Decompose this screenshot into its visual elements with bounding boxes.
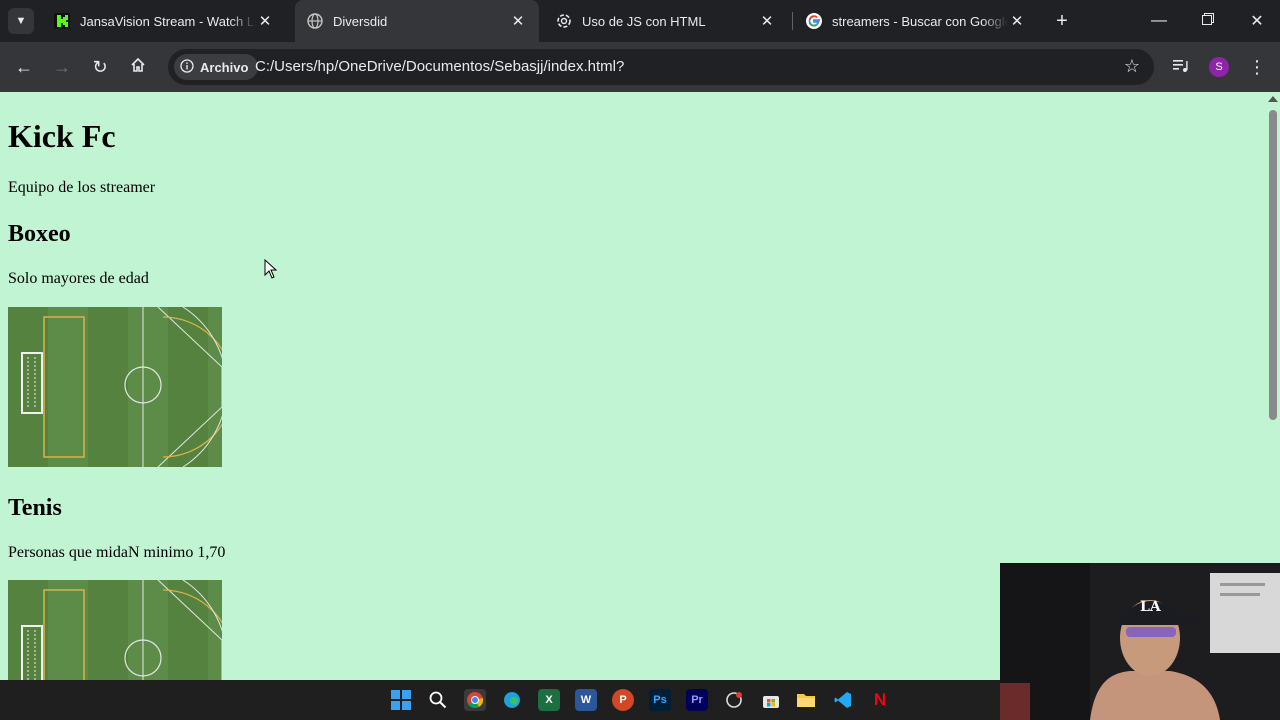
avatar-initial: S xyxy=(1215,61,1223,73)
address-bar[interactable]: Archivo C:/Users/hp/OneDrive/Documentos/… xyxy=(168,49,1154,85)
new-tab-button[interactable]: + xyxy=(1051,10,1073,32)
plus-icon: + xyxy=(1056,9,1068,32)
section-description-tenis: Personas que midaN minimo 1,70 xyxy=(8,544,226,561)
restore-button[interactable] xyxy=(1184,0,1232,42)
excel-icon[interactable]: X xyxy=(538,689,560,711)
page-subtitle: Equipo de los streamer xyxy=(8,179,156,196)
mouse-cursor-icon xyxy=(264,258,278,284)
scrollbar-thumb[interactable] xyxy=(1269,110,1277,420)
close-icon[interactable]: ✕ xyxy=(1008,12,1026,30)
chrome-icon[interactable] xyxy=(464,689,486,711)
ai-app-icon[interactable] xyxy=(723,689,745,711)
svg-text:LA: LA xyxy=(1140,599,1162,615)
bookmark-star-icon[interactable]: ☆ xyxy=(1124,56,1140,77)
tab-title: streamers - Buscar con Google xyxy=(832,13,1008,29)
section-description-boxeo: Solo mayores de edad xyxy=(8,270,149,287)
google-icon xyxy=(806,13,822,29)
menu-button[interactable]: ⋮ xyxy=(1244,54,1270,80)
media-controls-button[interactable] xyxy=(1168,54,1194,80)
tab-search-button[interactable]: ▼ xyxy=(8,8,34,34)
close-window-button[interactable]: ✕ xyxy=(1233,0,1280,42)
tab-streamers-google[interactable]: streamers - Buscar con Google ✕ xyxy=(794,0,1038,42)
tab-uso-js[interactable]: Uso de JS con HTML ✕ xyxy=(544,0,788,42)
minimize-icon: — xyxy=(1151,12,1167,29)
photoshop-icon[interactable]: Ps xyxy=(649,689,671,711)
back-button[interactable]: ← xyxy=(11,54,37,80)
tab-separator xyxy=(792,12,793,30)
tab-diversdid[interactable]: Diversdid ✕ xyxy=(295,0,539,42)
edge-icon[interactable] xyxy=(501,689,523,711)
chatgpt-icon xyxy=(556,13,572,29)
profile-avatar[interactable]: S xyxy=(1209,57,1229,77)
reload-button[interactable]: ↻ xyxy=(87,54,113,80)
powerpoint-icon[interactable]: P xyxy=(612,689,634,711)
close-icon[interactable]: ✕ xyxy=(758,12,776,30)
forward-button[interactable]: → xyxy=(49,54,75,80)
restore-icon xyxy=(1202,12,1214,30)
minimize-button[interactable]: — xyxy=(1135,0,1183,42)
search-icon[interactable] xyxy=(427,689,449,711)
webcam-overlay: LA xyxy=(1000,563,1280,720)
site-info-chip[interactable]: Archivo xyxy=(174,54,259,80)
tab-title: JansaVision Stream - Watch Live on xyxy=(80,13,256,29)
kick-icon xyxy=(54,13,70,29)
section-title-boxeo: Boxeo xyxy=(8,221,71,247)
info-icon xyxy=(180,58,194,76)
reload-icon: ↻ xyxy=(92,56,108,77)
store-icon[interactable] xyxy=(760,689,782,711)
scroll-up-arrow-icon[interactable] xyxy=(1268,96,1278,102)
close-icon[interactable]: ✕ xyxy=(256,12,274,30)
close-icon[interactable]: ✕ xyxy=(509,12,527,30)
vscode-icon[interactable] xyxy=(832,689,854,711)
windows-start-icon[interactable] xyxy=(390,689,412,711)
arrow-left-icon: ← xyxy=(15,56,33,77)
netflix-icon[interactable]: N xyxy=(869,689,891,711)
page-title: Kick Fc xyxy=(8,118,116,154)
home-icon xyxy=(130,57,146,78)
playlist-icon xyxy=(1173,57,1189,78)
tab-title: Diversdid xyxy=(333,13,388,29)
tab-strip: ▼ JansaVision Stream - Watch Live on ✕ D… xyxy=(0,0,1280,42)
globe-icon xyxy=(307,13,323,29)
windows-taskbar: X W P Ps Pr N xyxy=(0,680,1000,720)
section-title-tenis: Tenis xyxy=(8,495,62,521)
chevron-down-icon: ▼ xyxy=(15,15,27,27)
browser-toolbar: ← → ↻ Archivo C:/Users/hp/OneDrive/Docum… xyxy=(0,42,1280,92)
tab-jansavision[interactable]: JansaVision Stream - Watch Live on ✕ xyxy=(42,0,286,42)
premiere-icon[interactable]: Pr xyxy=(686,689,708,711)
url-text[interactable]: C:/Users/hp/OneDrive/Documentos/Sebasjj/… xyxy=(255,58,624,75)
close-icon: ✕ xyxy=(1250,13,1264,30)
soccer-field-image xyxy=(8,307,222,467)
home-button[interactable] xyxy=(125,54,151,80)
tab-title: Uso de JS con HTML xyxy=(582,13,706,29)
arrow-right-icon: → xyxy=(53,56,71,77)
kebab-menu-icon: ⋮ xyxy=(1248,56,1266,77)
word-icon[interactable]: W xyxy=(575,689,597,711)
soccer-field-image xyxy=(8,580,222,680)
file-explorer-icon[interactable] xyxy=(795,689,817,711)
site-info-label: Archivo xyxy=(200,59,249,75)
